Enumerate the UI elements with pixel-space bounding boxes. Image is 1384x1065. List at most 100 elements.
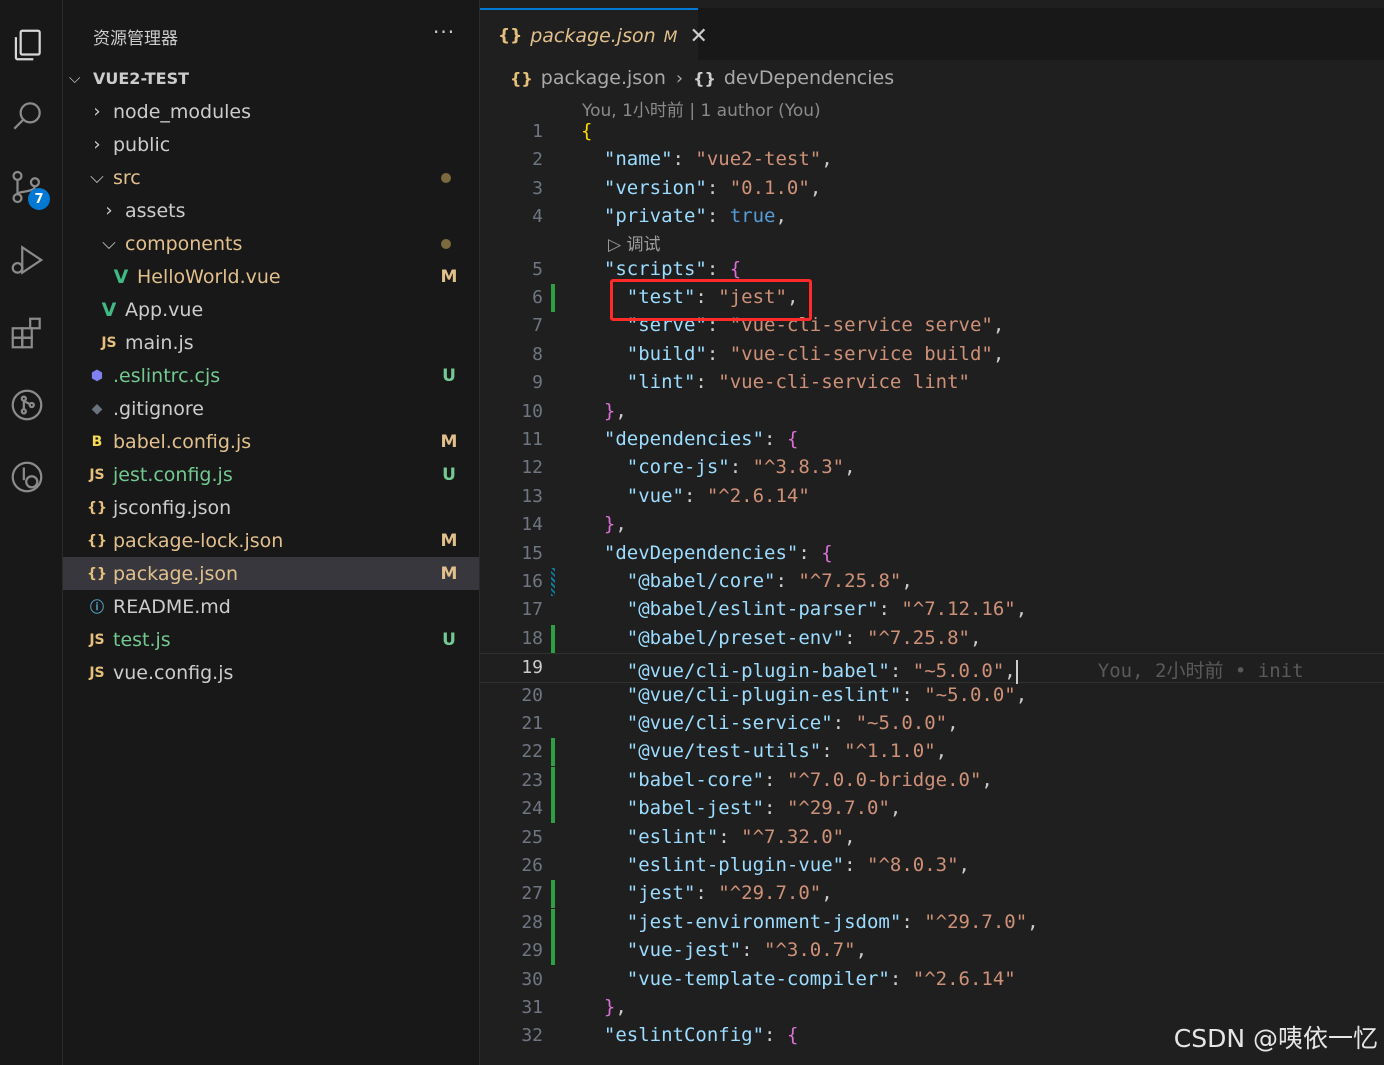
code-token: "@babel/preset-env" <box>626 626 845 649</box>
git-status-badge: M <box>440 530 458 551</box>
code-line[interactable]: 11 "dependencies": { <box>480 426 1384 454</box>
code-token: : <box>832 712 856 734</box>
breadcrumb-file[interactable]: package.json <box>541 67 666 89</box>
code-text: "eslintConfig": { <box>581 1024 799 1046</box>
tree-item[interactable]: ⌵ components <box>63 227 479 260</box>
code-line[interactable]: 3 "version": "0.1.0", <box>480 175 1384 203</box>
code-line[interactable]: 15 "devDependencies": { <box>480 540 1384 568</box>
js-file-icon: JS <box>89 631 105 648</box>
tree-item[interactable]: › node_modules <box>63 95 479 128</box>
code-line[interactable]: 30 "vue-template-compiler": "^2.6.14" <box>480 966 1384 994</box>
code-token: "vue-jest" <box>626 939 742 962</box>
code-token: { <box>729 257 742 280</box>
code-line[interactable]: 24 "babel-jest": "^29.7.0", <box>480 795 1384 824</box>
extensions-icon[interactable] <box>0 308 54 358</box>
code-text: "jest-environment-jsdom": "^29.7.0", <box>581 911 1039 933</box>
code-text: }, <box>581 513 627 535</box>
tree-item[interactable]: {} jsconfig.json <box>63 491 479 524</box>
tree-item[interactable]: {} package.json M <box>63 557 479 590</box>
code-text: "@vue/cli-plugin-eslint": "~5.0.0", <box>581 684 1027 706</box>
code-line[interactable]: 16 "@babel/core": "^7.25.8", <box>480 568 1384 596</box>
added-line-gutter-marker[interactable] <box>551 738 555 767</box>
code-line[interactable]: 1{ <box>480 118 1384 146</box>
git-history-icon[interactable] <box>0 452 54 502</box>
code-line[interactable]: 28 "jest-environment-jsdom": "^29.7.0", <box>480 908 1384 937</box>
code-line[interactable]: 19 "@vue/cli-plugin-babel": "~5.0.0", Yo… <box>480 653 1384 684</box>
added-line-gutter-marker[interactable] <box>551 937 555 966</box>
code-token: : <box>901 910 925 933</box>
code-token: : <box>775 570 799 592</box>
tree-item[interactable]: V App.vue <box>63 293 479 326</box>
tree-item-label: public <box>113 133 171 156</box>
line-number: 13 <box>521 485 543 507</box>
code-line[interactable]: 31 }, <box>480 994 1384 1022</box>
code-line[interactable]: 2 "name": "vue2-test", <box>480 146 1384 174</box>
tree-item[interactable]: ⬢ .eslintrc.cjs U <box>63 359 479 392</box>
code-line[interactable]: 9 "lint": "vue-cli-service lint" <box>480 369 1384 397</box>
code-line[interactable]: 20 "@vue/cli-plugin-eslint": "~5.0.0", <box>480 682 1384 710</box>
tree-item[interactable]: ⌵ src <box>63 161 479 194</box>
tree-item[interactable]: ⓘ README.md <box>63 590 479 623</box>
code-line[interactable]: 14 }, <box>480 511 1384 539</box>
code-token: : <box>706 205 730 228</box>
code-line[interactable]: 10 }, <box>480 398 1384 426</box>
code-line[interactable]: 18 "@babel/preset-env": "^7.25.8", <box>480 624 1384 653</box>
code-line[interactable]: 26 "eslint-plugin-vue": "^8.0.3", <box>480 852 1384 880</box>
source-control-icon[interactable]: 7 <box>0 162 54 212</box>
close-icon[interactable]: ✕ <box>689 24 707 49</box>
tree-item[interactable]: JS vue.config.js <box>63 656 479 689</box>
tree-item-label: jest.config.js <box>113 463 233 486</box>
tree-item[interactable]: ◆ .gitignore <box>63 392 479 425</box>
workspace-root[interactable]: ⌵ VUE2-TEST <box>63 62 479 94</box>
code-token: "lint" <box>626 371 696 394</box>
explorer-icon[interactable] <box>0 20 54 70</box>
code-line[interactable]: 25 "eslint": "^7.32.0", <box>480 824 1384 852</box>
code-text: "eslint": "^7.32.0", <box>581 826 856 848</box>
added-line-gutter-marker[interactable] <box>551 795 555 824</box>
code-text: "scripts": { <box>581 258 741 280</box>
tree-item[interactable]: › public <box>63 128 479 161</box>
modified-line-gutter-marker[interactable] <box>551 568 555 596</box>
line-number: 1 <box>532 121 543 142</box>
breadcrumb-symbol[interactable]: devDependencies <box>724 67 894 89</box>
git-graph-icon[interactable] <box>0 380 54 430</box>
tree-item[interactable]: JS jest.config.js U <box>63 458 479 491</box>
code-token: "scripts" <box>603 257 707 280</box>
code-token: "^7.0.0-bridge.0" <box>786 768 982 791</box>
added-line-gutter-marker[interactable] <box>551 766 555 795</box>
added-line-gutter-marker[interactable] <box>551 624 555 653</box>
search-icon[interactable] <box>0 91 54 141</box>
tree-item[interactable]: {} package-lock.json M <box>63 524 479 557</box>
chevron-right-icon: › <box>105 200 113 221</box>
added-line-gutter-marker[interactable] <box>551 880 555 909</box>
code-line[interactable]: 21 "@vue/cli-service": "~5.0.0", <box>480 710 1384 738</box>
code-line[interactable]: 12 "core-js": "^3.8.3", <box>480 454 1384 482</box>
code-line[interactable]: 22 "@vue/test-utils": "^1.1.0", <box>480 738 1384 767</box>
tree-item[interactable]: V HelloWorld.vue M <box>63 260 479 293</box>
code-line[interactable]: 27 "jest": "^29.7.0", <box>480 880 1384 909</box>
run-debug-icon[interactable] <box>0 235 54 285</box>
added-line-gutter-marker[interactable] <box>551 284 555 312</box>
tree-item[interactable]: JS main.js <box>63 326 479 359</box>
code-line[interactable]: 13 "vue": "^2.6.14" <box>480 483 1384 511</box>
tree-item[interactable]: › assets <box>63 194 479 227</box>
line-number: 5 <box>532 258 543 280</box>
debug-codelens[interactable]: ▷ 调试 <box>608 230 660 255</box>
code-line[interactable]: 23 "babel-core": "^7.0.0-bridge.0", <box>480 766 1384 795</box>
tree-item[interactable]: JS test.js U <box>63 623 479 656</box>
tab-package-json[interactable]: {} package.json M ✕ <box>480 8 708 62</box>
tree-item-label: babel.config.js <box>113 430 252 453</box>
code-line[interactable]: 8 "build": "vue-cli-service build", <box>480 341 1384 369</box>
line-number: 17 <box>521 599 543 621</box>
more-actions-button[interactable]: ··· <box>433 20 455 44</box>
added-line-gutter-marker[interactable] <box>551 908 555 937</box>
inline-blame[interactable]: You, 2小时前 • init <box>1018 660 1304 682</box>
code-line[interactable]: 29 "vue-jest": "^3.0.7", <box>480 937 1384 966</box>
code-token: "jest" <box>626 882 696 905</box>
tree-item[interactable]: Bbabel.config.js M <box>63 425 479 458</box>
code-line[interactable]: 17 "@babel/eslint-parser": "^7.12.16", <box>480 596 1384 624</box>
code-line[interactable]: 4 "private": true, <box>480 203 1384 231</box>
